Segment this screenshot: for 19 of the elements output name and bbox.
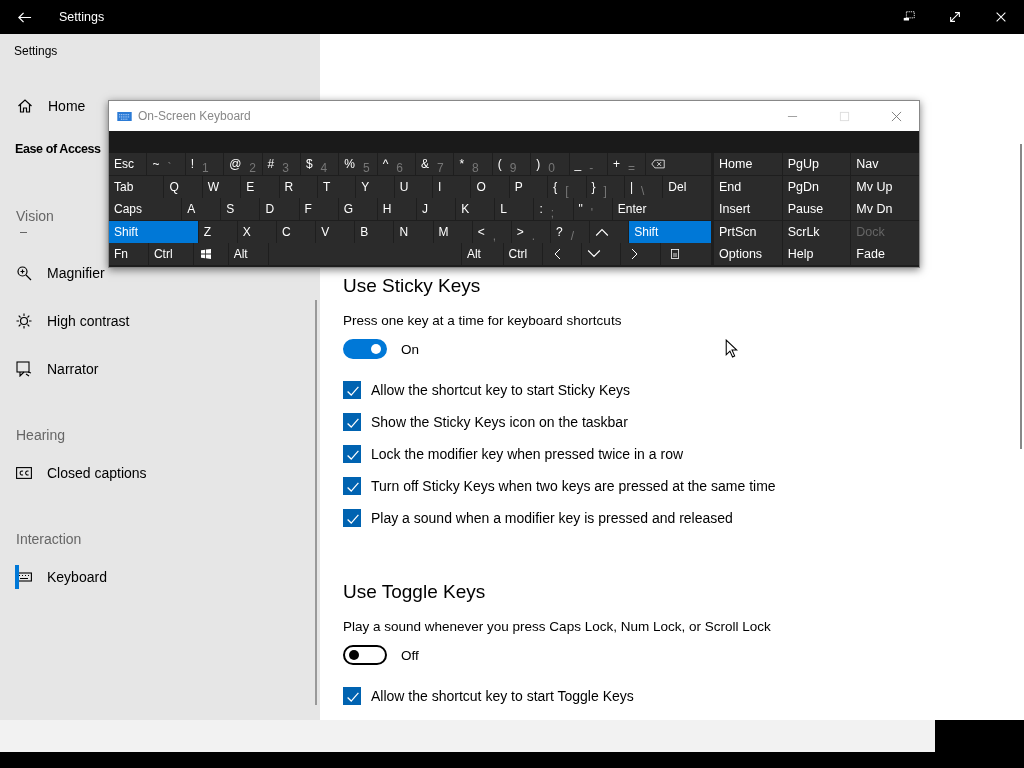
checkbox-label: Turn off Sticky Keys when two keys are pressed at the same time [371,478,776,494]
window-title: Settings [59,10,105,24]
setting-description: Press one key at a time for keyboard shortcuts [343,313,623,328]
toggle-label: On [401,341,419,357]
setting-description: Play a sound whenever you press Caps Lock, Num Lock, or Scroll Lock [343,619,772,634]
group-heading: Hearing [16,427,66,445]
group-heading: Vision [16,208,54,226]
category-title: Ease of Access [15,142,101,158]
group-heading: Interaction [16,531,82,549]
checkbox-label: Show the Sticky Keys icon on the taskbar [371,414,628,430]
app-label: Settings [14,44,59,58]
checkbox-label: Play a sound when a modifier key is pressed and released [371,510,733,526]
section-heading: Use Sticky Keys [343,274,482,298]
keyboard-window-title: On-Screen Keyboard [138,109,251,123]
checkbox-label: Allow the shortcut key to start Toggle Keys [371,688,634,704]
checkbox-label: Allow the shortcut key to start Sticky Keys [371,382,631,398]
checkbox-label: Lock the modifier key when pressed twice in a row [371,446,684,462]
toggle-label: Off [401,647,419,663]
section-heading: Use Toggle Keys [343,580,487,604]
